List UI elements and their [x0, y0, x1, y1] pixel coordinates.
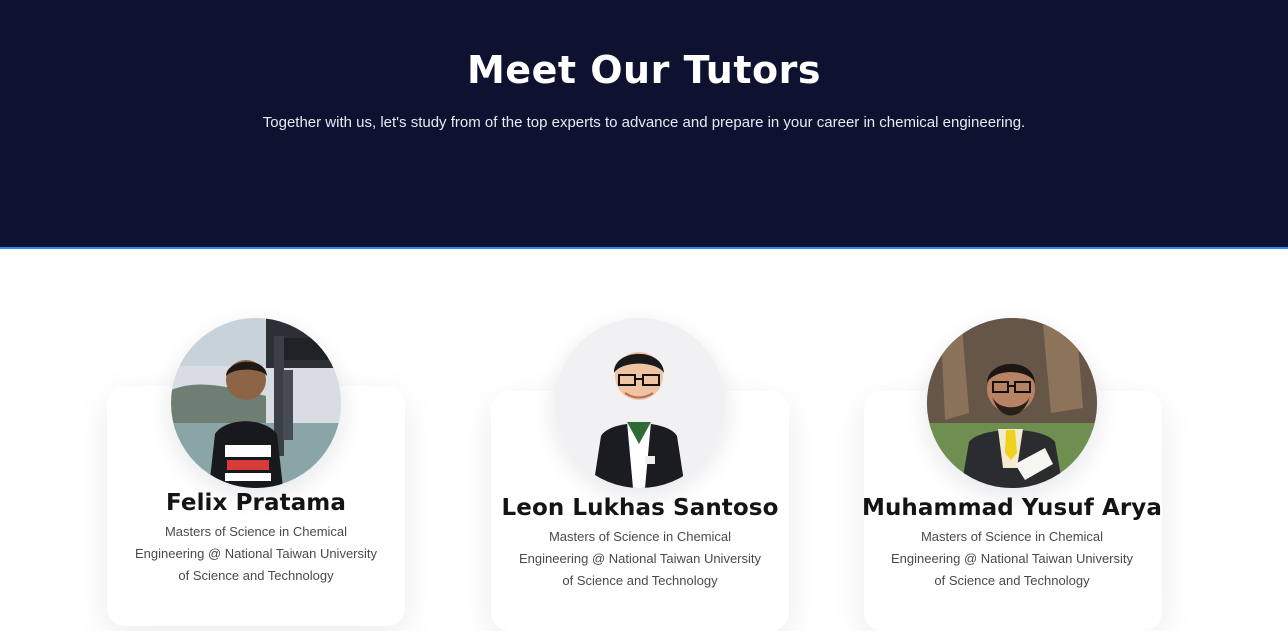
- tutor-photo-icon: [927, 318, 1097, 488]
- page-title: Meet Our Tutors: [466, 48, 821, 92]
- hero-section: Meet Our Tutors Together with us, let's …: [0, 0, 1288, 249]
- tutor-photo-icon: [555, 318, 725, 488]
- tutor-photo-icon: [171, 318, 341, 488]
- tutor-cards-section: Felix Pratama Masters of Science in Chem…: [0, 250, 1288, 631]
- tutor-name: Leon Lukhas Santoso: [501, 495, 779, 521]
- tutor-avatar: [555, 318, 725, 488]
- tutor-name: Felix Pratama: [165, 490, 346, 516]
- tutor-name: Muhammad Yusuf Arya: [861, 495, 1163, 521]
- tutor-description: Masters of Science in Chemical Engineeri…: [518, 529, 762, 588]
- tutor-description: Masters of Science in Chemical Engineeri…: [890, 529, 1134, 588]
- tutor-description: Masters of Science in Chemical Engineeri…: [134, 524, 378, 583]
- page-subtitle: Together with us, let's study from of th…: [262, 114, 1026, 131]
- tutor-avatar: [927, 318, 1097, 488]
- tutor-avatar: [171, 318, 341, 488]
